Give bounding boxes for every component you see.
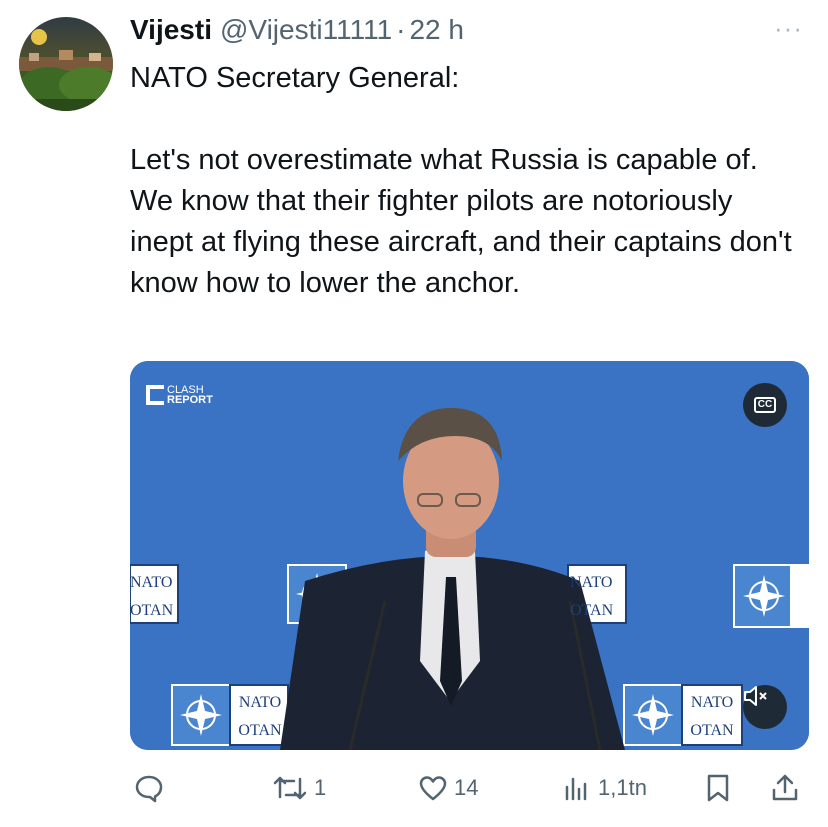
views-count: 1,1tn [598,775,647,800]
tweet-actions: 1 14 1,1tn [130,768,810,808]
backdrop-label-otan: OTAN [690,722,734,739]
speaker-muted-icon [744,686,767,706]
user-handle[interactable]: @Vijesti11111 [220,14,392,46]
share-icon [772,774,798,801]
logo-line2: REPORT [167,394,213,406]
display-name[interactable]: Vijesti [130,14,212,46]
retweet-button[interactable]: 1 [272,768,326,808]
avatar-image [19,29,113,111]
backdrop-label-otan: OTAN [570,602,614,619]
like-button[interactable]: 14 [418,768,478,808]
more-icon[interactable]: ··· [774,15,806,44]
retweet-icon [273,776,307,800]
backdrop-label: NATO OTAN [570,569,626,625]
reply-icon [135,775,163,803]
retweet-count: 1 [314,775,327,800]
backdrop-label-otan: OTAN [130,602,174,619]
separator-dot: · [396,14,406,45]
views-button[interactable]: 1,1tn [562,768,647,808]
tweet-time[interactable]: 22 h [409,14,464,46]
video-media[interactable]: NATO OTAN NATO OTAN NATO OTAN NATO OTAN … [130,361,809,750]
backdrop-label-nato: NATO [238,694,282,711]
backdrop-label: NATO OTAN [684,689,740,745]
heart-icon [419,776,447,801]
backdrop-label-nato: NATO [130,574,173,591]
views-chart-icon [565,777,587,801]
cc-icon: CC [753,397,777,413]
tweet-text: NATO Secretary General: Let's not overes… [130,62,792,299]
bookmark-icon [707,774,729,802]
captions-button[interactable]: CC [743,383,787,427]
share-button[interactable] [770,768,800,808]
backdrop-label-nato: NATO [690,694,734,711]
backdrop-label-otan: OTAN [238,722,282,739]
bookmark-button[interactable] [704,768,732,808]
logo-mark-icon [146,385,164,405]
like-count: 14 [454,775,479,800]
channel-logo: CLASH REPORT [146,385,213,406]
reply-button[interactable] [134,768,170,808]
avatar[interactable] [19,17,113,111]
backdrop-label: NATO OTAN [130,569,178,625]
backdrop-label: NATO OTAN [232,689,288,745]
tweet-header: Vijesti @Vijesti11111 · 22 h [130,14,808,54]
backdrop-label-nato: NATO [570,574,613,591]
mute-button[interactable] [743,685,787,729]
